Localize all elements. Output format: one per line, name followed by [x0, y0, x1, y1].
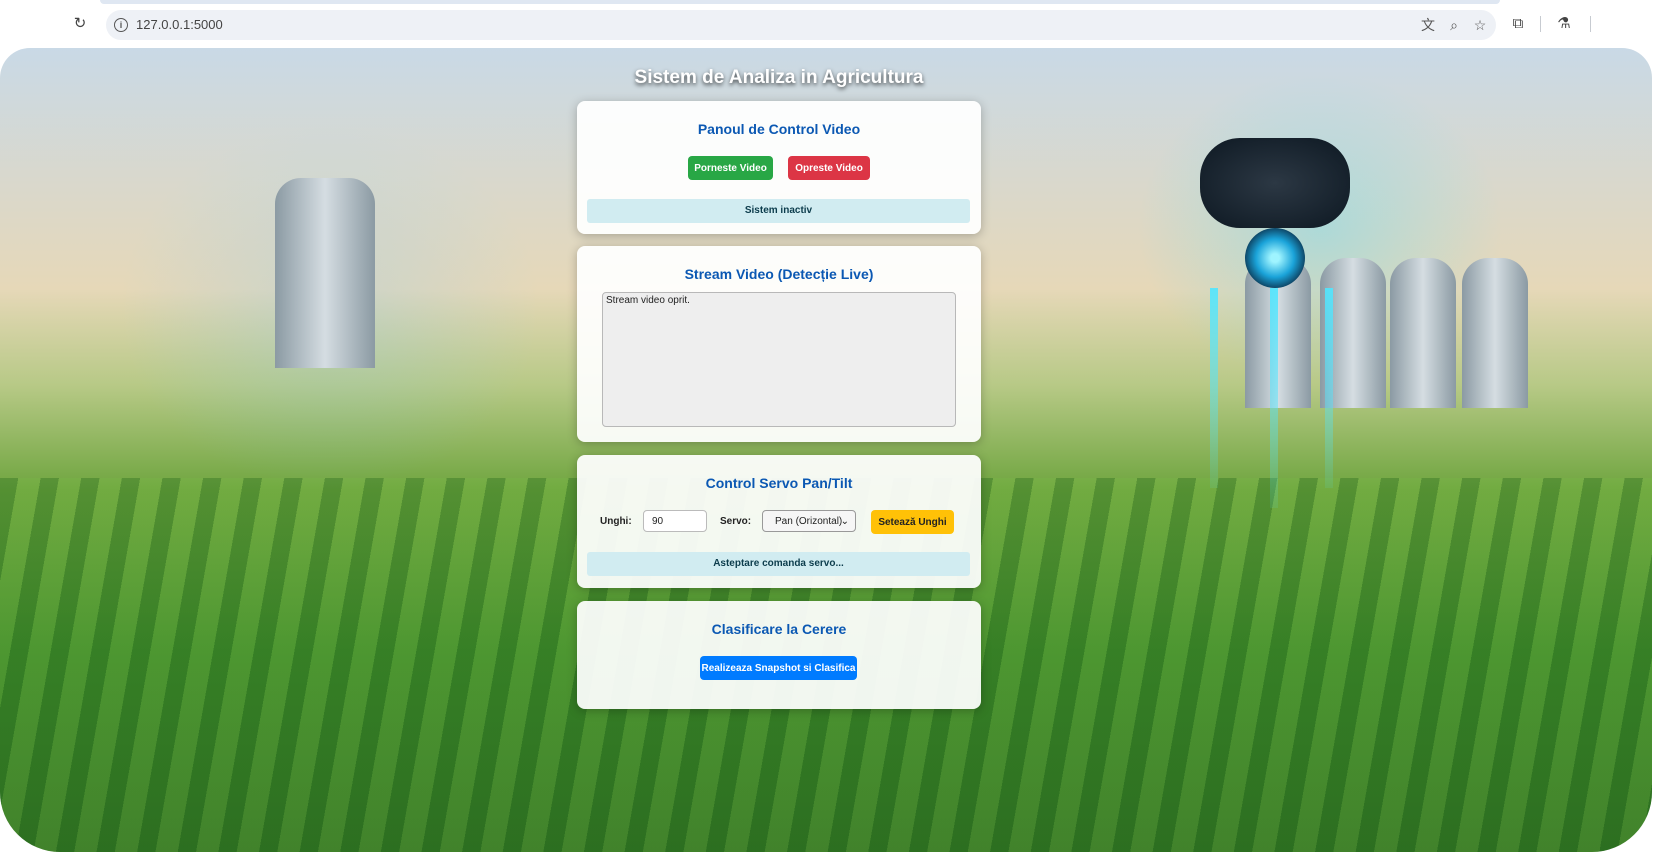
translate-icon[interactable]: 文: [1420, 17, 1436, 33]
tab-strip: [100, 0, 1500, 4]
classification-panel-title: Clasificare la Cerere: [711, 621, 847, 637]
servo-panel-title: Control Servo Pan/Tilt: [705, 475, 853, 491]
stop-video-button[interactable]: Opreste Video: [788, 156, 870, 180]
reload-icon[interactable]: ↻: [72, 16, 88, 32]
servo-label: Servo:: [720, 516, 752, 527]
servo-select-value: Pan (Orizontal): [775, 516, 843, 527]
start-video-button[interactable]: Porneste Video: [688, 156, 773, 180]
video-stream-image: Stream video oprit.: [602, 292, 956, 427]
site-info-icon[interactable]: i: [114, 18, 128, 32]
servo-status: Asteptare comanda servo...: [587, 552, 970, 576]
video-control-panel: Panoul de Control Video Porneste Video O…: [577, 101, 981, 234]
chevron-down-icon: ⌄: [840, 516, 849, 527]
extensions-icon[interactable]: ⧉: [1510, 16, 1526, 32]
set-angle-button[interactable]: Setează Unghi: [871, 510, 954, 534]
toolbar-divider: [1590, 16, 1591, 32]
servo-select[interactable]: Pan (Orizontal) ⌄: [762, 510, 856, 532]
video-panel-title: Panoul de Control Video: [697, 121, 861, 137]
servo-control-panel: Control Servo Pan/Tilt Unghi: 90 Servo: …: [577, 455, 981, 588]
stream-panel-title: Stream Video (Detecție Live): [684, 266, 874, 282]
video-stream-panel: Stream Video (Detecție Live) Stream vide…: [577, 246, 981, 442]
angle-input[interactable]: 90: [643, 510, 707, 532]
page-title: Sistem de Analiza in Agricultura: [634, 67, 924, 88]
browser-toolbar: ↻ i 127.0.0.1:5000 文 ⌕ ☆ ⧉ ⚗: [0, 0, 1662, 48]
toolbar-divider: [1540, 16, 1541, 32]
broken-image-alt-text: Stream video oprit.: [606, 295, 690, 306]
snapshot-classify-button[interactable]: Realizeaza Snapshot si Clasifica: [700, 656, 857, 680]
bookmark-star-icon[interactable]: ☆: [1472, 17, 1488, 33]
zoom-icon[interactable]: ⌕: [1446, 17, 1462, 33]
address-bar[interactable]: i 127.0.0.1:5000 文 ⌕ ☆: [106, 10, 1496, 40]
classification-panel: Clasificare la Cerere Realizeaza Snapsho…: [577, 601, 981, 709]
angle-label: Unghi:: [600, 516, 632, 527]
video-status: Sistem inactiv: [587, 199, 970, 223]
address-url[interactable]: 127.0.0.1:5000: [136, 17, 223, 32]
page-viewport: Sistem de Analiza in Agricultura Panoul …: [0, 48, 1652, 852]
labs-flask-icon[interactable]: ⚗: [1556, 16, 1572, 32]
